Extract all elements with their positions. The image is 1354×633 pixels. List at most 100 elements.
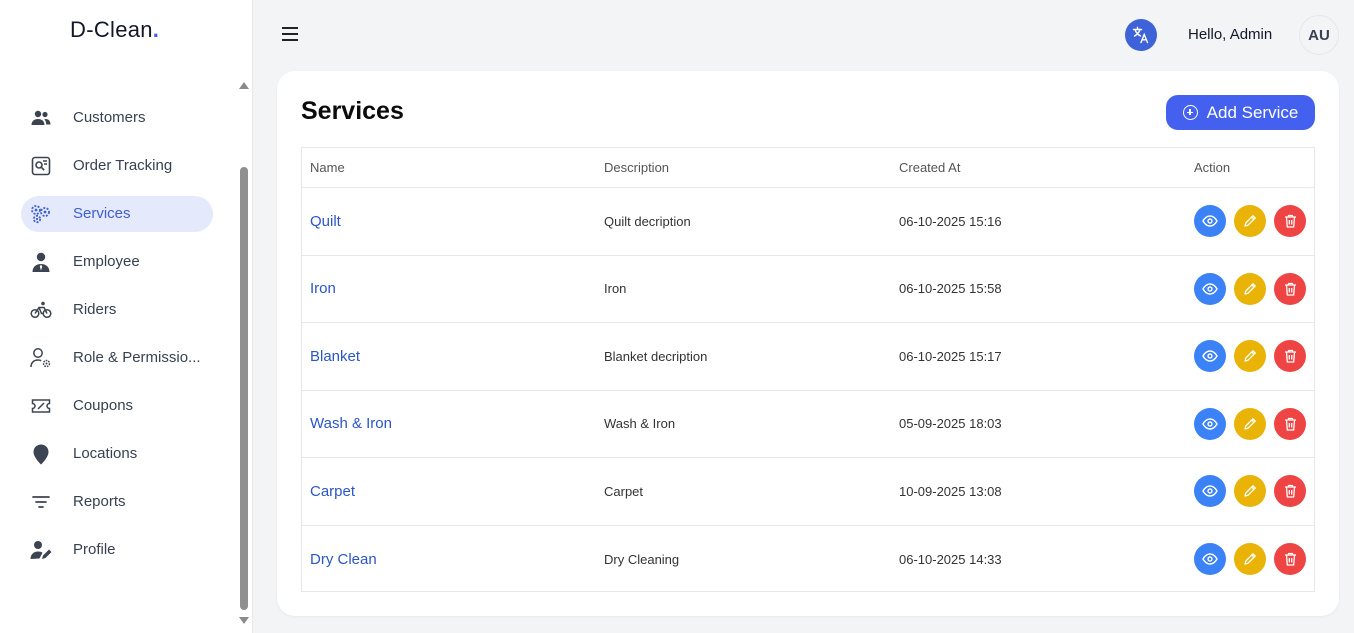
bicycle-icon xyxy=(30,299,52,321)
sidebar-item-coupons[interactable]: Coupons xyxy=(21,388,213,424)
brand-logo[interactable]: D-Clean. xyxy=(70,17,159,43)
view-button[interactable] xyxy=(1194,340,1226,373)
service-description: Wash & Iron xyxy=(604,416,676,432)
delete-button[interactable] xyxy=(1274,475,1306,508)
sidebar-item-profile[interactable]: Profile xyxy=(21,532,213,568)
brand-name: D-Clean xyxy=(70,17,153,42)
column-header-description[interactable]: Description xyxy=(604,148,669,188)
service-created-at: 10-09-2025 13:08 xyxy=(899,483,1002,499)
delete-button[interactable] xyxy=(1274,272,1306,305)
page-title: Services xyxy=(301,97,404,125)
sidebar-item-label: Profile xyxy=(73,541,116,558)
row-actions xyxy=(1194,526,1314,594)
translate-icon[interactable] xyxy=(1125,19,1157,51)
pencil-icon xyxy=(1244,553,1256,565)
eye-icon xyxy=(1202,553,1218,565)
coupon-icon xyxy=(30,395,52,417)
sidebar: D-Clean. Customers Order Tracking Servic… xyxy=(0,0,253,633)
row-actions xyxy=(1194,391,1314,458)
service-description: Blanket decription xyxy=(604,348,708,364)
edit-button[interactable] xyxy=(1234,340,1266,373)
sidebar-item-riders[interactable]: Riders xyxy=(21,292,213,328)
services-card: Services Add Service Name Description Cr… xyxy=(277,71,1339,616)
gears-icon xyxy=(30,203,52,225)
delete-button[interactable] xyxy=(1274,543,1306,576)
users-icon xyxy=(30,107,52,129)
eye-icon xyxy=(1202,215,1218,227)
sidebar-item-label: Reports xyxy=(73,493,126,510)
edit-button[interactable] xyxy=(1234,205,1266,238)
edit-button[interactable] xyxy=(1234,407,1266,440)
delete-button[interactable] xyxy=(1274,340,1306,373)
service-name-link[interactable]: Iron xyxy=(310,256,336,323)
trash-icon xyxy=(1284,417,1296,431)
scroll-up-arrow[interactable] xyxy=(239,82,249,89)
service-description: Dry Cleaning xyxy=(604,551,680,567)
sidebar-item-reports[interactable]: Reports xyxy=(21,484,213,520)
trash-icon xyxy=(1284,350,1296,363)
row-actions xyxy=(1194,256,1314,323)
table-row: Carpet Carpet 10-09-2025 13:08 xyxy=(302,458,1314,526)
edit-button[interactable] xyxy=(1234,475,1266,508)
sidebar-item-customers[interactable]: Customers xyxy=(21,100,213,136)
scroll-down-arrow[interactable] xyxy=(239,617,249,624)
avatar[interactable]: AU xyxy=(1299,15,1339,55)
trash-icon xyxy=(1284,215,1296,228)
edit-button[interactable] xyxy=(1234,543,1266,576)
menu-toggle-icon[interactable] xyxy=(282,27,300,43)
filter-lines-icon xyxy=(30,491,52,513)
sidebar-item-label: Services xyxy=(73,205,131,222)
view-button[interactable] xyxy=(1194,205,1226,238)
service-name-link[interactable]: Wash & Iron xyxy=(310,391,392,458)
eye-icon xyxy=(1202,485,1218,497)
row-actions xyxy=(1194,323,1314,390)
eye-icon xyxy=(1202,350,1218,362)
eye-icon xyxy=(1202,283,1218,295)
view-button[interactable] xyxy=(1194,543,1226,576)
sidebar-item-services[interactable]: Services xyxy=(21,196,213,232)
employee-icon xyxy=(30,251,52,273)
add-service-label: Add Service xyxy=(1206,102,1299,122)
trash-icon xyxy=(1284,485,1296,498)
row-actions xyxy=(1194,458,1314,525)
service-created-at: 06-10-2025 14:33 xyxy=(899,551,1002,567)
service-created-at: 06-10-2025 15:16 xyxy=(899,213,1002,229)
sidebar-nav: Customers Order Tracking Services Employ… xyxy=(21,100,213,580)
sidebar-item-role-permission[interactable]: Role & Permissio... xyxy=(21,340,213,376)
column-header-action: Action xyxy=(1194,160,1231,175)
service-name-link[interactable]: Quilt xyxy=(310,188,341,255)
delete-button[interactable] xyxy=(1274,205,1306,238)
trash-icon xyxy=(1284,553,1296,566)
map-pin-icon xyxy=(30,443,52,465)
column-header-name[interactable]: Name xyxy=(310,148,345,188)
service-name-link[interactable]: Carpet xyxy=(310,458,355,525)
trash-icon xyxy=(1284,282,1296,296)
table-row: Iron Iron 06-10-2025 15:58 xyxy=(302,256,1314,323)
service-created-at: 06-10-2025 15:58 xyxy=(899,281,1002,297)
service-created-at: 05-09-2025 18:03 xyxy=(899,416,1002,432)
sidebar-item-label: Locations xyxy=(73,445,138,462)
sidebar-item-label: Role & Permissio... xyxy=(73,349,201,366)
sidebar-item-locations[interactable]: Locations xyxy=(21,436,213,472)
sidebar-item-employee[interactable]: Employee xyxy=(21,244,213,280)
pencil-icon xyxy=(1244,282,1256,295)
add-service-button[interactable]: Add Service xyxy=(1166,95,1315,130)
sidebar-item-order-tracking[interactable]: Order Tracking xyxy=(21,148,213,184)
sidebar-scrollbar[interactable] xyxy=(240,167,248,610)
pencil-icon xyxy=(1244,215,1256,227)
sidebar-item-label: Riders xyxy=(73,301,117,318)
delete-button[interactable] xyxy=(1274,407,1306,440)
edit-button[interactable] xyxy=(1234,272,1266,305)
row-actions xyxy=(1194,188,1314,255)
column-header-created-at[interactable]: Created At xyxy=(899,148,960,188)
add-circle-icon xyxy=(1182,105,1198,120)
service-name-link[interactable]: Dry Clean xyxy=(310,526,377,594)
service-description: Iron xyxy=(604,281,627,297)
view-button[interactable] xyxy=(1194,272,1226,305)
view-button[interactable] xyxy=(1194,407,1226,440)
view-button[interactable] xyxy=(1194,475,1226,508)
service-name-link[interactable]: Blanket xyxy=(310,323,360,390)
table-row: Quilt Quilt decription 06-10-2025 15:16 xyxy=(302,188,1314,256)
table-row: Blanket Blanket decription 06-10-2025 15… xyxy=(302,323,1314,391)
brand-dot: . xyxy=(152,17,160,42)
